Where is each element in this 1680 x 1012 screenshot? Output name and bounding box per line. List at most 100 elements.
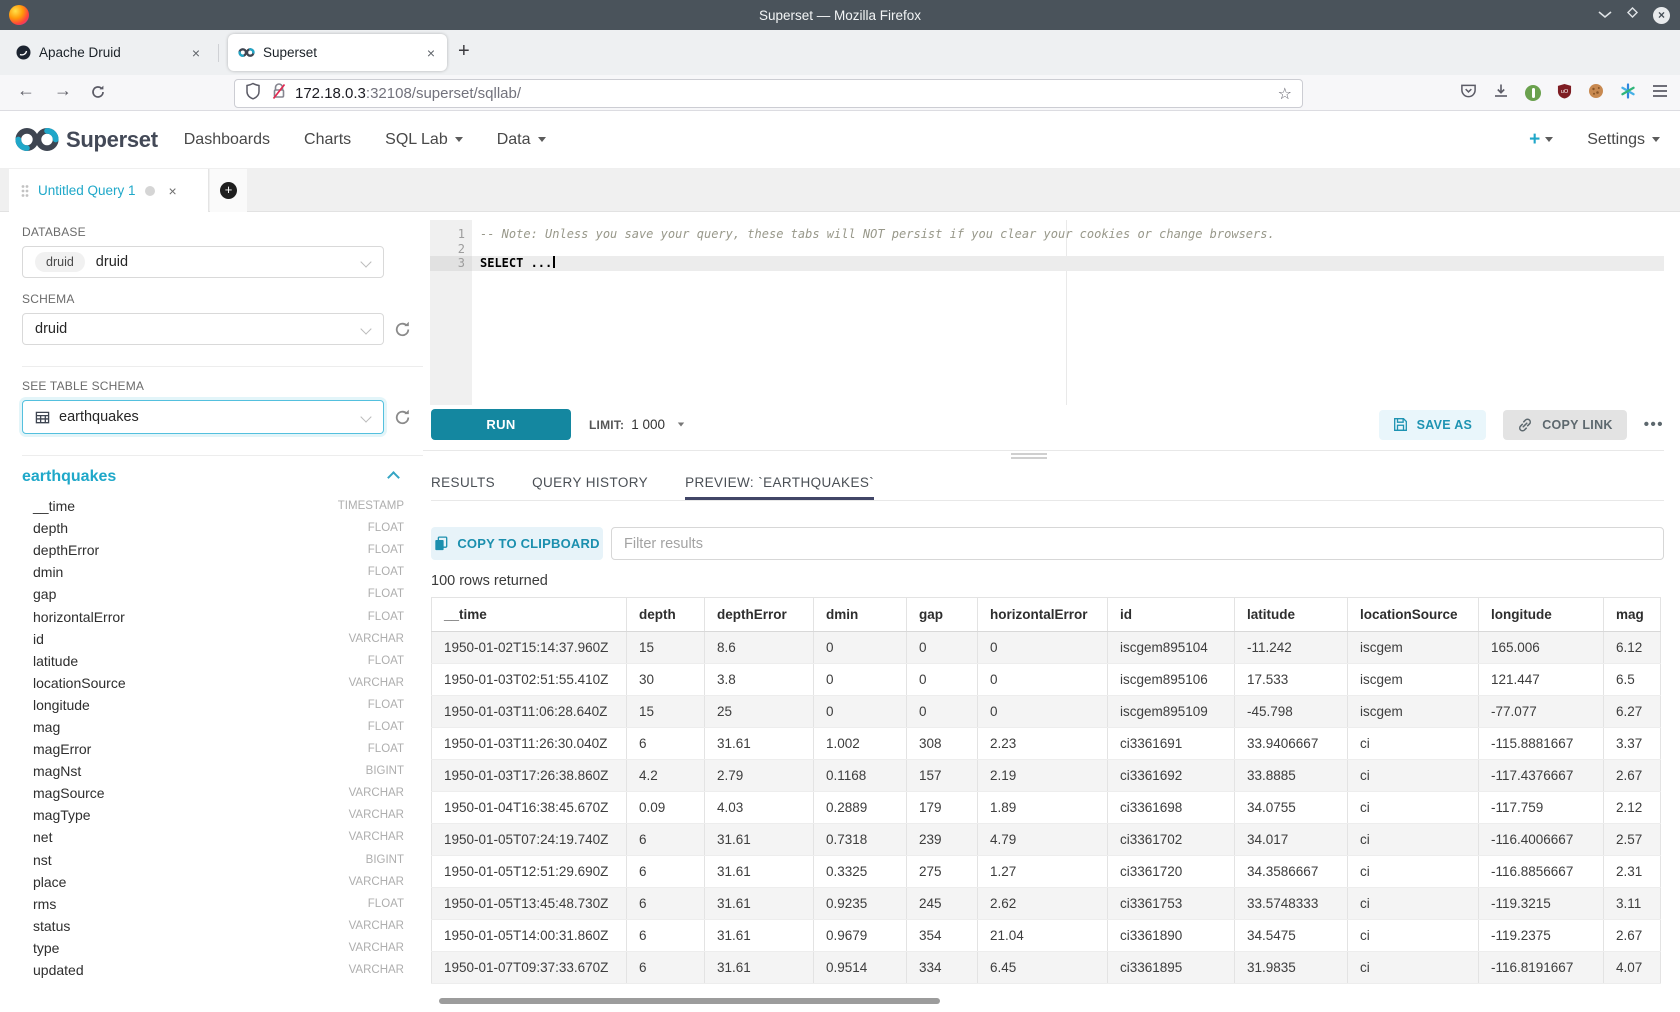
tab-close-icon[interactable]: × [190, 45, 202, 61]
table-cell: -45.798 [1235, 696, 1348, 728]
menu-hamburger-icon[interactable] [1652, 84, 1668, 103]
filter-results-input[interactable] [611, 527, 1664, 560]
download-icon[interactable] [1493, 83, 1509, 104]
table-cell: 33.9406667 [1235, 728, 1348, 760]
column-type: FLOAT [368, 898, 404, 910]
ublock-shield-icon[interactable]: uO [1557, 83, 1572, 104]
ca ret-down-icon [538, 137, 546, 142]
table-cell: ci3361890 [1108, 920, 1235, 952]
table-cell: 21.04 [978, 920, 1108, 952]
table-schema-select[interactable]: earthquakes [22, 400, 384, 434]
table-cell: ci [1348, 888, 1479, 920]
column-name: magNst [33, 763, 81, 779]
column-type: TIMESTAMP [338, 500, 404, 512]
column-header[interactable]: dmin [814, 598, 907, 632]
column-header[interactable]: latitude [1235, 598, 1348, 632]
bookmark-star-icon[interactable]: ☆ [1278, 84, 1292, 104]
new-item-button[interactable]: + [1529, 129, 1553, 151]
more-options-icon[interactable]: ••• [1644, 416, 1664, 433]
settings-menu[interactable]: Settings [1587, 131, 1660, 149]
column-header[interactable]: longitude [1479, 598, 1604, 632]
svg-text:uO: uO [1561, 88, 1569, 94]
database-label: DATABASE [22, 225, 423, 239]
table-cell: 1.27 [978, 856, 1108, 888]
results-tab-results[interactable]: RESULTS [431, 468, 495, 500]
superset-favicon-icon [238, 47, 255, 58]
resize-handle[interactable] [1011, 451, 1047, 461]
column-header[interactable]: gap [907, 598, 978, 632]
preview-table: __timedepthdepthErrordmingaphorizontalEr… [431, 597, 1661, 984]
drag-handle-icon[interactable] [21, 184, 29, 198]
reload-icon[interactable] [90, 84, 106, 105]
nav-item-charts[interactable]: Charts [304, 131, 351, 149]
forward-icon[interactable]: → [54, 80, 72, 101]
url-bar[interactable]: 172.18.0.3:32108/superset/sqllab/ ☆ [234, 79, 1303, 108]
table-cell: -11.242 [1235, 632, 1348, 664]
column-header[interactable]: depth [627, 598, 705, 632]
table-cell: 2.31 [1604, 856, 1661, 888]
extension-green-icon[interactable] [1525, 85, 1541, 101]
superset-logo[interactable]: Superset [14, 126, 158, 153]
query-tab-untitled-query-1[interactable]: Untitled Query 1 × [9, 169, 209, 212]
column-header[interactable]: __time [432, 598, 627, 632]
table-cell: 8.6 [705, 632, 814, 664]
column-header[interactable]: mag [1604, 598, 1661, 632]
schema-select[interactable]: druid [22, 313, 384, 345]
window-maximize-icon[interactable] [1626, 6, 1639, 24]
database-select[interactable]: druid druid [22, 246, 384, 278]
window-minimize-icon[interactable] [1598, 6, 1612, 24]
column-header[interactable]: locationSource [1348, 598, 1479, 632]
tab-close-icon[interactable]: × [425, 45, 437, 61]
results-tab-query-history[interactable]: QUERY HISTORY [532, 468, 648, 500]
table-cell: iscgem895106 [1108, 664, 1235, 696]
limit-dropdown[interactable]: LIMIT: 1 000 [589, 417, 685, 432]
copy-to-clipboard-button[interactable]: COPY TO CLIPBOARD [431, 527, 603, 560]
extension-asterisk-icon[interactable] [1620, 83, 1636, 104]
browser-tab-superset[interactable]: Superset × [228, 34, 447, 71]
run-button[interactable]: RUN [431, 409, 571, 440]
back-icon[interactable]: ← [17, 80, 35, 101]
sql-comment: -- Note: Unless you save your query, the… [472, 227, 1275, 242]
horizontal-scrollbar[interactable] [439, 998, 940, 1004]
browser-tab-label: Apache Druid [39, 45, 121, 60]
refresh-table-icon[interactable] [392, 407, 413, 428]
chevron-down-icon [360, 411, 371, 422]
column-type: VARCHAR [349, 831, 404, 843]
link-icon [1517, 417, 1533, 433]
cookie-icon[interactable] [1588, 83, 1604, 104]
schema-column-row: rmsFLOAT [33, 893, 404, 915]
browser-tab-apache-druid[interactable]: Apache Druid × [6, 34, 212, 71]
sql-editor[interactable]: 1 -- Note: Unless you save your query, t… [430, 220, 1664, 405]
insecure-lock-icon[interactable] [271, 82, 287, 105]
column-header[interactable]: depthError [705, 598, 814, 632]
column-name: magError [33, 741, 91, 757]
table-title[interactable]: earthquakes [22, 468, 116, 486]
nav-item-data[interactable]: Data [497, 131, 546, 149]
shield-icon[interactable] [245, 82, 261, 105]
column-header[interactable]: id [1108, 598, 1235, 632]
table-cell: 15 [627, 696, 705, 728]
table-cell: 1950-01-05T14:00:31.860Z [432, 920, 627, 952]
editor-line-2: 2 [430, 242, 1664, 257]
copy-link-button[interactable]: COPY LINK [1503, 410, 1627, 440]
pocket-icon[interactable] [1460, 83, 1477, 104]
nav-item-sql-lab[interactable]: SQL Lab [385, 131, 463, 149]
table-cell: 0 [814, 664, 907, 696]
add-query-tab[interactable]: + [210, 169, 247, 212]
table-cell: 121.447 [1479, 664, 1604, 696]
refresh-schema-icon[interactable] [392, 319, 413, 340]
new-tab-icon[interactable]: + [458, 40, 470, 63]
table-cell: iscgem895109 [1108, 696, 1235, 728]
query-tab-close-icon[interactable]: × [169, 183, 177, 199]
query-tab-title: Untitled Query 1 [38, 183, 136, 198]
results-tab-preview-earthquakes[interactable]: PREVIEW: `EARTHQUAKES` [685, 468, 874, 500]
collapse-chevron-up-icon[interactable] [387, 471, 400, 484]
column-name: updated [33, 962, 84, 978]
table-cell: 4.07 [1604, 952, 1661, 984]
save-as-button[interactable]: SAVE AS [1379, 410, 1487, 440]
table-cell: 2.57 [1604, 824, 1661, 856]
window-close-icon[interactable]: × [1653, 7, 1670, 24]
column-header[interactable]: horizontalError [978, 598, 1108, 632]
column-name: horizontalError [33, 609, 125, 625]
nav-item-dashboards[interactable]: Dashboards [184, 131, 270, 149]
